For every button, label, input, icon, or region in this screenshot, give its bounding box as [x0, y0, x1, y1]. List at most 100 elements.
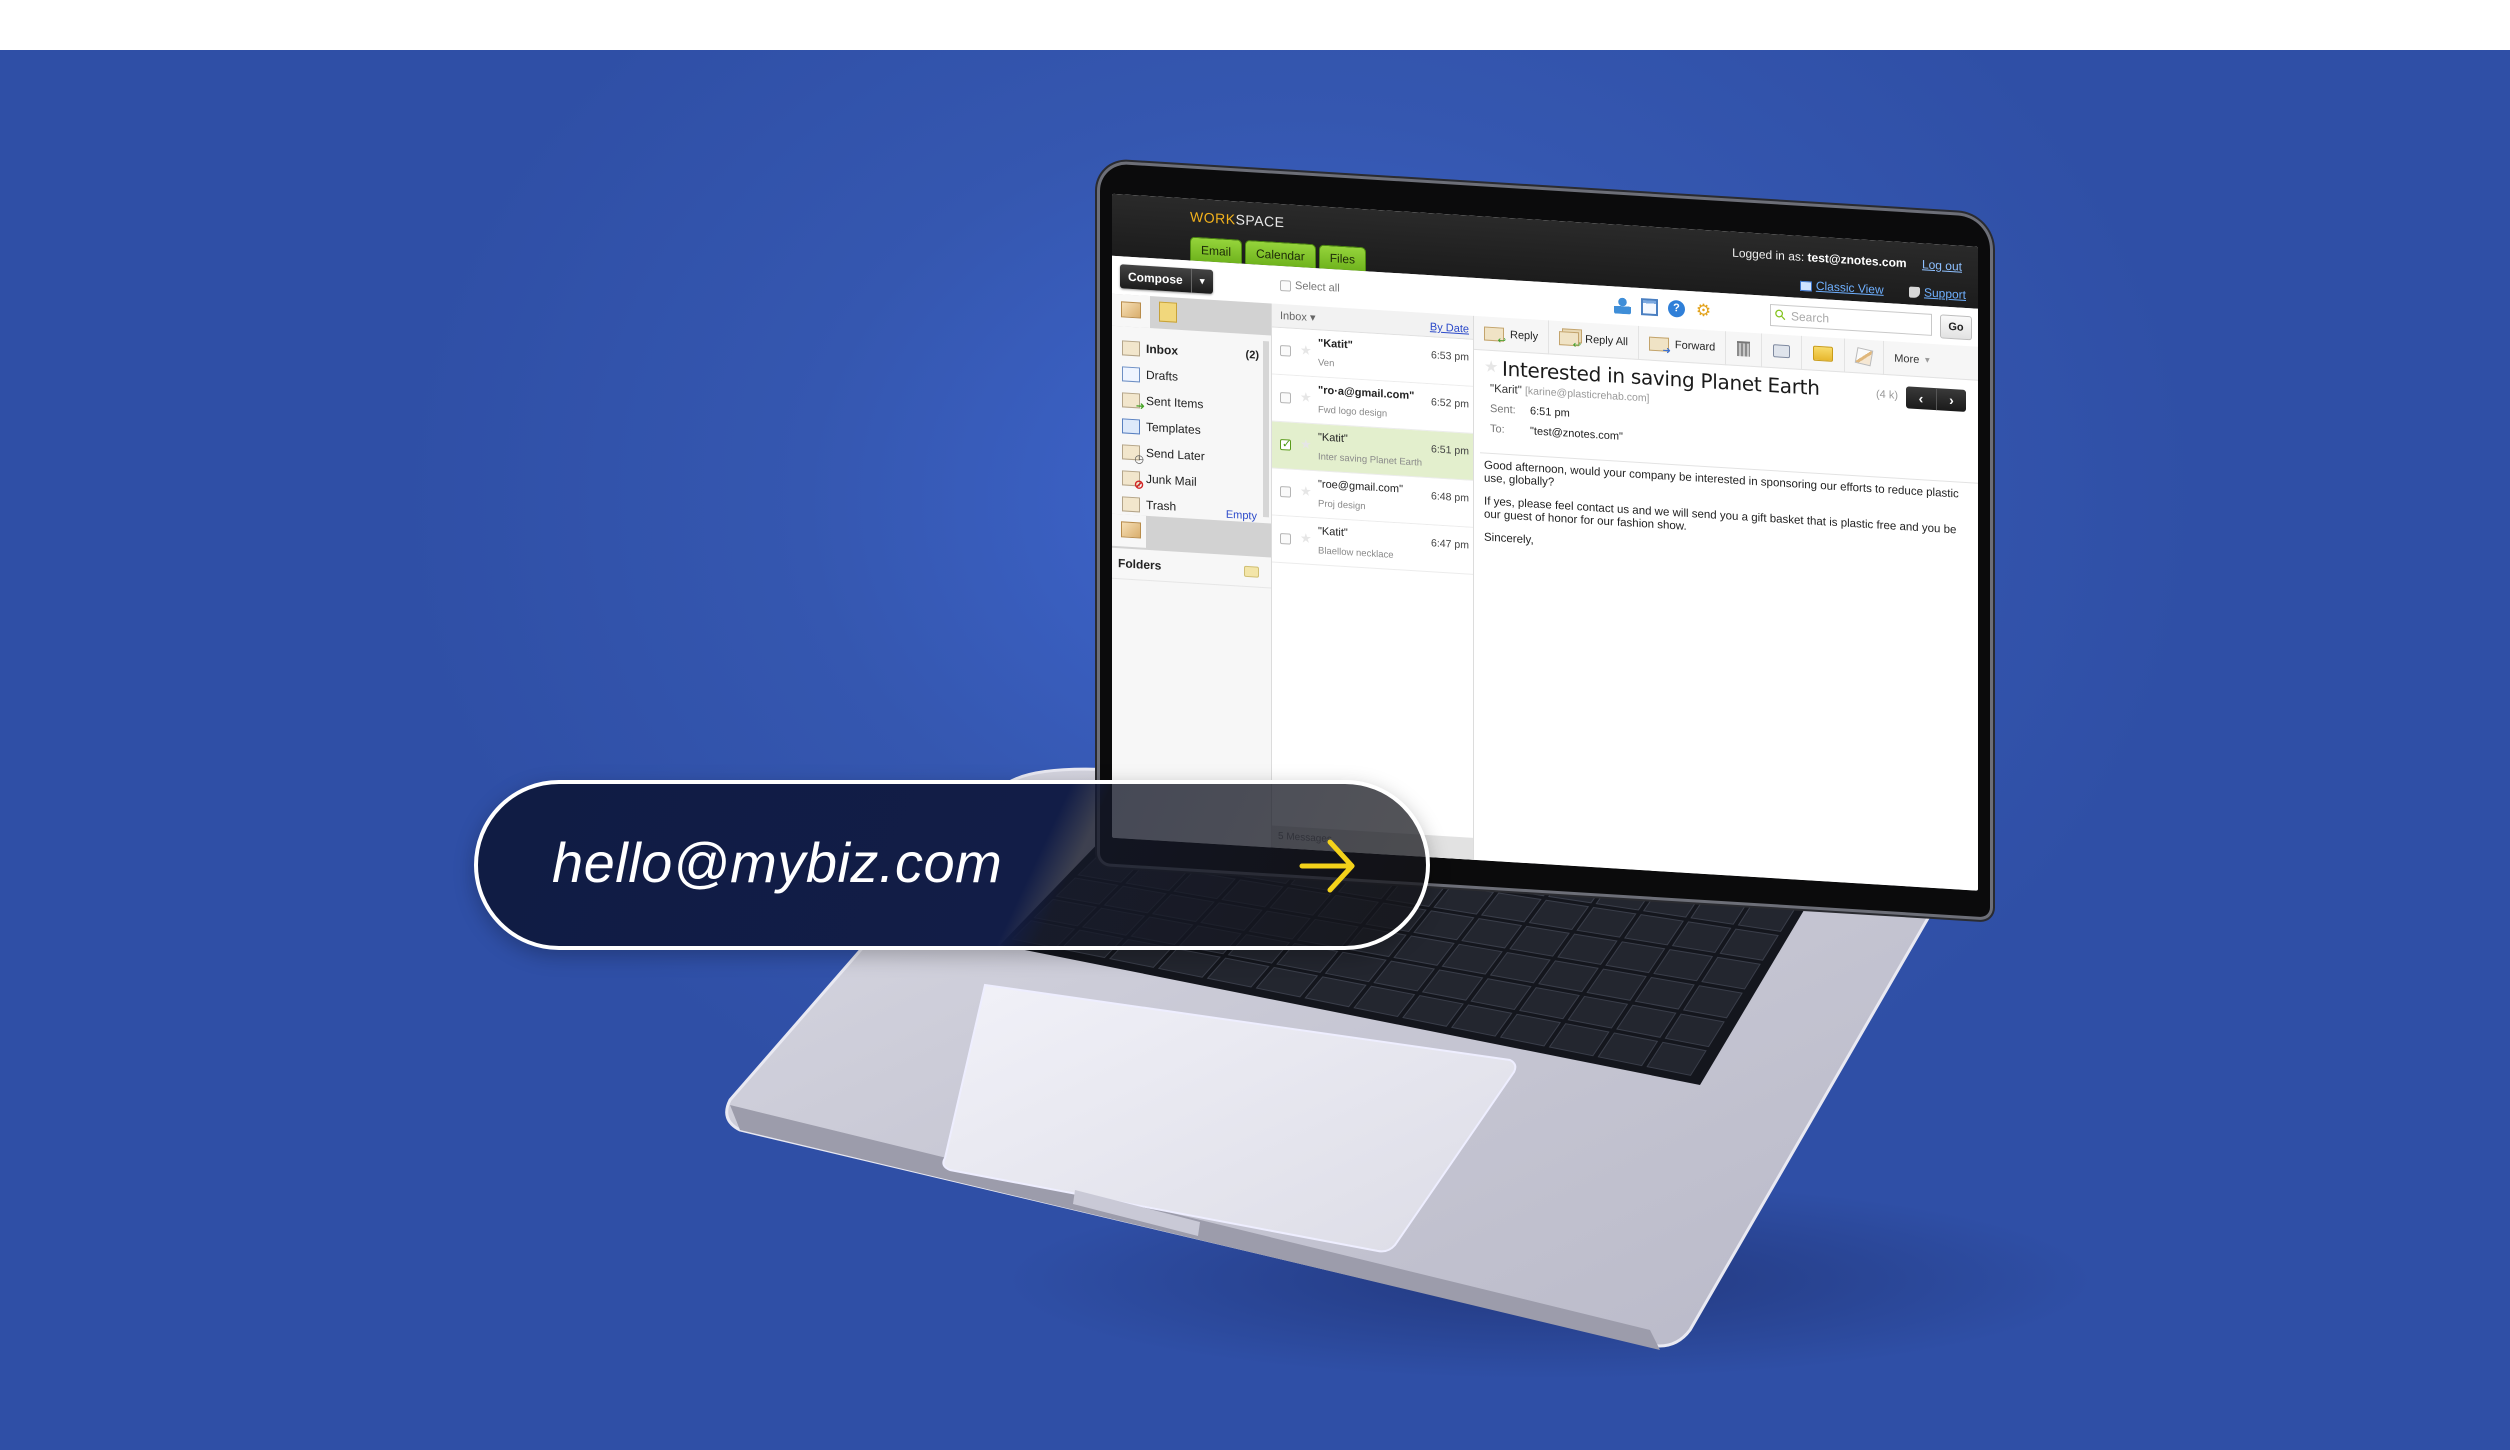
search-input[interactable]: Search	[1770, 303, 1932, 336]
folder-selector[interactable]: Inbox ▾	[1280, 309, 1316, 324]
message-from: "ro·a@gmail.com"	[1318, 384, 1415, 403]
folder-label: Sent Items	[1146, 393, 1204, 412]
unread-count: (2)	[1245, 348, 1259, 362]
compose-label: Compose	[1128, 269, 1183, 288]
search-go-button[interactable]: Go	[1940, 314, 1972, 341]
inbox-icon	[1122, 339, 1140, 356]
folders-tab[interactable]	[1112, 513, 1146, 548]
trash-icon	[1737, 340, 1751, 357]
next-message-button[interactable]: ›	[1936, 388, 1966, 412]
logged-in-user: test@znotes.com	[1807, 250, 1907, 271]
print-button[interactable]	[1762, 333, 1803, 370]
tab-email[interactable]: Email	[1190, 236, 1243, 264]
star-icon[interactable]: ★	[1300, 483, 1312, 500]
message-subject: Proj design	[1318, 498, 1366, 513]
documents-icon	[1159, 301, 1177, 323]
support-label: Support	[1923, 285, 1966, 302]
message-time: 6:51 pm	[1431, 443, 1469, 458]
settings-icon[interactable]: ⚙	[1695, 300, 1712, 320]
message-checkbox[interactable]	[1280, 486, 1291, 498]
folder-label: Drafts	[1146, 367, 1179, 384]
sender-name: "Karit"	[1490, 382, 1522, 397]
compose-button[interactable]: Compose ▼	[1120, 264, 1213, 294]
help-icon[interactable]: ?	[1668, 299, 1685, 318]
folders-title: Folders	[1118, 556, 1162, 573]
reading-pane: Reply Reply All Forward More▼ ★ Interest…	[1474, 315, 1978, 891]
folder-selector-label: Inbox	[1280, 310, 1307, 324]
forward-button[interactable]: Forward	[1638, 325, 1727, 365]
message-checkbox[interactable]	[1280, 439, 1291, 451]
message-checkbox[interactable]	[1280, 533, 1291, 545]
email-input-pill[interactable]: hello@mybiz.com	[474, 780, 1430, 950]
printer-icon	[1773, 344, 1791, 359]
chevron-down-icon: ▾	[1309, 311, 1316, 325]
select-all-label: Select all	[1295, 279, 1340, 295]
classic-view-link[interactable]: Classic View	[1799, 278, 1884, 297]
documents-tab[interactable]	[1150, 296, 1188, 330]
login-status: Logged in as: test@znotes.com Log out	[1732, 246, 1962, 274]
message-checkbox[interactable]	[1280, 392, 1291, 404]
mail-folders-tab[interactable]	[1112, 293, 1150, 329]
classic-view-label: Classic View	[1815, 278, 1884, 297]
compose-dropdown-icon[interactable]: ▼	[1190, 268, 1213, 294]
app-logo: WORKSPACE	[1190, 209, 1285, 231]
delete-button[interactable]	[1726, 330, 1763, 368]
message-from: "Katit"	[1318, 337, 1353, 352]
star-icon[interactable]: ★	[1300, 436, 1312, 453]
reply-all-button[interactable]: Reply All	[1549, 319, 1639, 360]
folder-scrollbar[interactable]	[1263, 340, 1269, 518]
select-all-checkbox[interactable]	[1280, 279, 1291, 292]
select-all[interactable]: Select all	[1280, 279, 1340, 295]
folder-pane: Inbox (2) Drafts Sent Items Templates	[1112, 293, 1272, 848]
previous-message-button[interactable]: ‹	[1906, 386, 1936, 410]
message-subject: Fwd logo design	[1318, 404, 1388, 420]
support-link[interactable]: Support	[1908, 284, 1966, 302]
message-from: "Katit"	[1318, 431, 1348, 446]
contacts-icon[interactable]	[1614, 296, 1631, 315]
message-from: "Katit"	[1318, 525, 1348, 540]
message-time: 6:47 pm	[1431, 537, 1469, 552]
logo-accent: WORK	[1190, 208, 1236, 228]
email-value: hello@mybiz.com	[552, 831, 1003, 894]
folder-label: Junk Mail	[1146, 471, 1197, 489]
star-icon[interactable]: ★	[1484, 356, 1498, 377]
tab-files[interactable]: Files	[1318, 244, 1367, 272]
folder-list: Inbox (2) Drafts Sent Items Templates	[1112, 326, 1271, 524]
message-checkbox[interactable]	[1280, 345, 1291, 357]
message-time: 6:52 pm	[1431, 396, 1469, 411]
junk-icon	[1122, 469, 1140, 486]
layout-icon[interactable]	[1641, 298, 1658, 317]
add-folder-icon[interactable]	[1244, 565, 1259, 578]
send-later-icon	[1122, 443, 1140, 460]
forward-icon	[1648, 336, 1669, 352]
star-icon[interactable]: ★	[1300, 342, 1312, 359]
sent-icon	[1122, 391, 1140, 408]
folders-icon	[1121, 521, 1141, 539]
logout-link[interactable]: Log out	[1922, 257, 1962, 273]
message-from: "roe@gmail.com"	[1318, 478, 1403, 496]
move-to-folder-button[interactable]	[1802, 335, 1846, 373]
message-list: Inbox ▾ By Date ★ "Katit" Ven 6:53 pm ★ "ro·a…	[1272, 303, 1474, 860]
email-size: (4 k)	[1876, 388, 1898, 402]
folder-label: Inbox	[1146, 341, 1178, 358]
classic-view-icon	[1799, 280, 1812, 292]
reply-label: Reply	[1510, 328, 1539, 343]
arrow-right-icon[interactable]	[1298, 836, 1358, 896]
logged-in-label: Logged in as:	[1732, 245, 1805, 265]
message-time: 6:48 pm	[1431, 490, 1469, 505]
message-subject: Ven	[1318, 357, 1335, 370]
reply-all-label: Reply All	[1585, 333, 1628, 348]
sort-by-date-link[interactable]: By Date	[1430, 321, 1469, 335]
mail-icon	[1121, 301, 1141, 319]
star-icon[interactable]: ★	[1300, 530, 1312, 547]
folder-label: Templates	[1146, 419, 1201, 438]
sent-label: Sent:	[1490, 402, 1516, 417]
more-button[interactable]: More ▼	[1884, 340, 1941, 377]
trash-icon	[1122, 495, 1140, 512]
reply-button[interactable]: Reply	[1474, 315, 1550, 354]
message-subject: Inter saving Planet Earth	[1318, 451, 1423, 469]
tag-button[interactable]	[1845, 338, 1885, 375]
star-icon[interactable]: ★	[1300, 389, 1312, 406]
reply-icon	[1484, 325, 1504, 342]
to-label: To:	[1490, 422, 1505, 436]
